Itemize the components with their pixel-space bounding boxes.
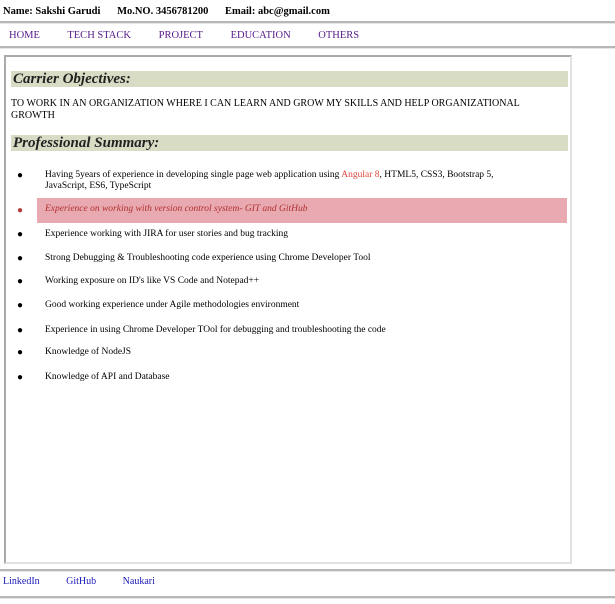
contact-name: Name: Sakshi Garudi xyxy=(3,6,101,17)
bullet-icon: ● xyxy=(17,229,24,240)
content-panel: Carrier Objectives: TO WORK IN AN ORGANI… xyxy=(4,55,572,564)
header-divider xyxy=(0,21,615,24)
nav-others[interactable]: OTHERS xyxy=(318,30,359,41)
bottom-divider xyxy=(0,596,615,599)
bullet-icon: ● xyxy=(17,347,24,358)
bullet-icon: ● xyxy=(17,372,24,383)
linkedin-link[interactable]: LinkedIn xyxy=(3,576,40,587)
summary-item-text: Strong Debugging & Troubleshooting code … xyxy=(45,253,371,263)
summary-item-text: Experience working with JIRA for user st… xyxy=(45,229,288,239)
objectives-heading: Carrier Objectives: xyxy=(11,71,568,87)
nav-education[interactable]: EDUCATION xyxy=(231,30,291,41)
bullet-icon: ● xyxy=(17,325,24,336)
objectives-text: TO WORK IN AN ORGANIZATION WHERE I CAN L… xyxy=(11,98,520,121)
summary-item-text: Having 5years of experience in developin… xyxy=(45,170,494,191)
nav-divider xyxy=(0,46,615,49)
nav-project[interactable]: PROJECT xyxy=(159,30,203,41)
footer-links: LinkedIn GitHub Naukari xyxy=(3,576,179,587)
bullet-icon: ● xyxy=(17,276,24,287)
contact-mobile: Mo.NO. 3456781200 xyxy=(117,6,209,17)
summary-item-highlighted: ● Experience on working with version con… xyxy=(17,198,567,223)
naukari-link[interactable]: Naukari xyxy=(123,576,155,587)
summary-item-text: Knowledge of NodeJS xyxy=(45,347,132,357)
summary-item-text: Experience on working with version contr… xyxy=(45,204,308,214)
contact-email: Email: abc@gmail.com xyxy=(224,6,330,17)
summary-item-text: Knowledge of API and Database xyxy=(45,372,170,382)
summary-item-text: Experience in using Chrome Developer TOo… xyxy=(45,325,386,335)
bullet-icon: ● xyxy=(17,253,24,264)
contact-bar: Name: Sakshi Garudi Mo.NO. 3456781200 Em… xyxy=(3,6,344,17)
github-link[interactable]: GitHub xyxy=(66,576,96,587)
nav-tech-stack[interactable]: TECH STACK xyxy=(67,30,131,41)
footer-divider xyxy=(0,569,615,572)
bullet-icon: ● xyxy=(17,205,24,216)
nav-home[interactable]: HOME xyxy=(9,30,40,41)
summary-heading: Professional Summary: xyxy=(11,135,568,151)
summary-item-text: Working exposure on ID's like VS Code an… xyxy=(45,276,260,286)
highlight-tech: Angular 8 xyxy=(341,170,380,180)
summary-item-text: Good working experience under Agile meth… xyxy=(45,300,300,310)
main-nav: HOME TECH STACK PROJECT EDUCATION OTHERS xyxy=(9,30,384,41)
bullet-icon: ● xyxy=(17,170,24,181)
bullet-icon: ● xyxy=(17,300,24,311)
